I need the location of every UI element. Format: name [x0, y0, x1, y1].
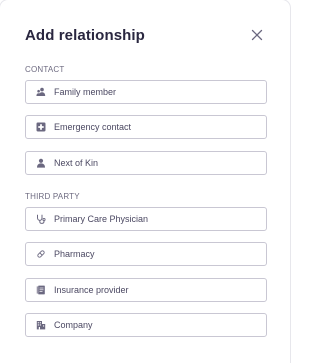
- option-label: Insurance provider: [54, 285, 129, 295]
- pill-icon: [36, 249, 46, 259]
- section-label-third-party: THIRD PARTY: [25, 192, 80, 201]
- option-label: Next of Kin: [54, 158, 99, 168]
- medical-cross-icon: [36, 122, 46, 132]
- option-label: Family member: [54, 87, 117, 97]
- option-label: Pharmacy: [54, 249, 95, 259]
- option-label: Emergency contact: [54, 122, 132, 132]
- section-label-contact: CONTACT: [25, 65, 65, 74]
- option-primary-care-physician[interactable]: Primary Care Physician: [25, 207, 267, 231]
- document-icon: [36, 285, 46, 295]
- building-icon: [36, 320, 46, 330]
- option-family-member[interactable]: Family member: [25, 80, 267, 104]
- stethoscope-icon: [36, 214, 46, 224]
- option-company[interactable]: Company: [25, 313, 267, 337]
- dialog-title: Add relationship: [25, 27, 145, 44]
- option-label: Primary Care Physician: [54, 214, 149, 224]
- add-relationship-dialog: Add relationship CONTACT Family member E…: [0, 0, 290, 363]
- option-insurance-provider[interactable]: Insurance provider: [25, 278, 267, 302]
- option-pharmacy[interactable]: Pharmacy: [25, 242, 267, 266]
- close-icon[interactable]: [250, 28, 264, 42]
- option-label: Company: [54, 320, 93, 330]
- dialog-header: Add relationship: [25, 26, 266, 46]
- option-next-of-kin[interactable]: Next of Kin: [25, 151, 267, 175]
- option-emergency-contact[interactable]: Emergency contact: [25, 115, 267, 139]
- family-icon: [36, 87, 46, 97]
- person-icon: [36, 158, 46, 168]
